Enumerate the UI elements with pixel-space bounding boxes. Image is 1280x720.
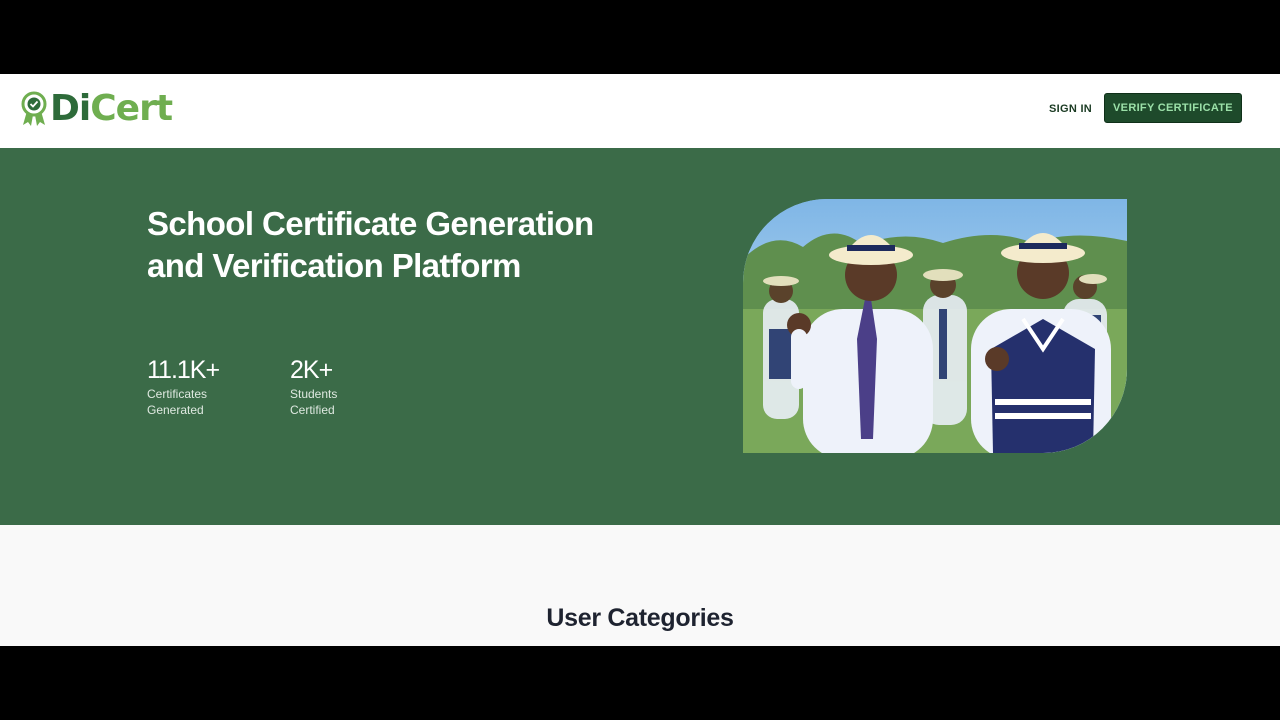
- students-illustration: [743, 199, 1127, 453]
- stat-label-line2: Certified: [290, 403, 335, 417]
- stat-label-line2: Generated: [147, 403, 204, 417]
- award-badge-icon: [21, 91, 47, 126]
- stat-value: 11.1K+: [147, 356, 220, 384]
- logo-text-suffix: Cert: [90, 88, 173, 129]
- sign-in-link[interactable]: SIGN IN: [1049, 103, 1092, 115]
- hero-section: School Certificate Generation and Verifi…: [0, 148, 1280, 525]
- stat-label-line1: Students: [290, 387, 338, 401]
- logo-text: DiCert: [50, 88, 173, 129]
- letterbox-top: [0, 0, 1280, 74]
- user-categories-heading: User Categories: [546, 604, 734, 632]
- verify-certificate-button[interactable]: VERIFY CERTIFICATE: [1104, 93, 1242, 123]
- browser-viewport: DiCert SIGN IN VERIFY CERTIFICATE School…: [0, 74, 1280, 646]
- stat-certificates: 11.1K+ Certificates Generated: [147, 356, 220, 418]
- stat-students: 2K+ Students Certified: [290, 356, 337, 418]
- logo-text-prefix: Di: [50, 88, 91, 129]
- stat-value: 2K+: [290, 356, 333, 384]
- logo[interactable]: DiCert: [20, 88, 173, 129]
- site-header: DiCert SIGN IN VERIFY CERTIFICATE: [0, 74, 1280, 148]
- stat-label-line1: Certificates: [147, 387, 208, 401]
- hero-students-photo: [743, 199, 1127, 453]
- hero-title: School Certificate Generation and Verifi…: [147, 205, 594, 284]
- letterbox-bottom: [0, 646, 1280, 720]
